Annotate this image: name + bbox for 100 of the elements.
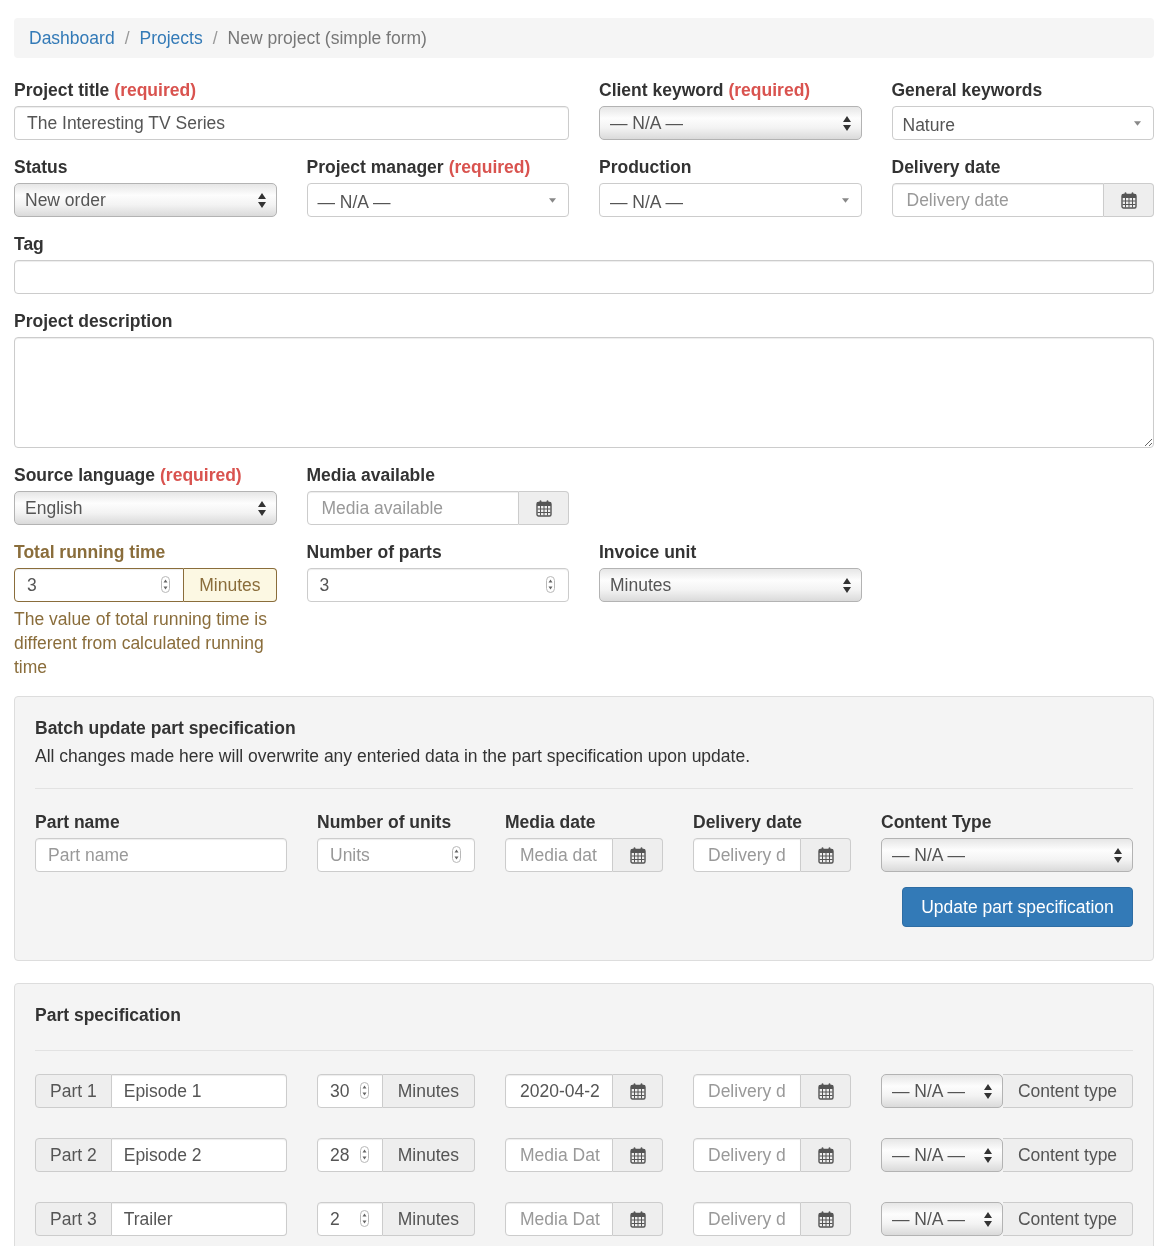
calendar-icon xyxy=(629,1082,646,1100)
text-field[interactable]: Episode 2 xyxy=(111,1138,287,1172)
field-label: Number of parts xyxy=(306,542,442,562)
calendar-button[interactable] xyxy=(801,838,851,872)
updown-arrows-icon xyxy=(1114,847,1122,863)
breadcrumb-separator: / xyxy=(212,26,218,50)
select-dropdown[interactable]: Nature xyxy=(891,106,1154,140)
update-button[interactable]: Update part specification xyxy=(902,887,1133,927)
required-note: (required) xyxy=(114,80,196,100)
field-label: Tag xyxy=(14,234,44,254)
calendar-button[interactable] xyxy=(1104,183,1154,217)
unit-label: Minutes xyxy=(382,1074,475,1108)
spinner-icon[interactable] xyxy=(359,1210,369,1227)
panel-title: Part specification xyxy=(35,1005,182,1025)
updown-arrows-icon xyxy=(257,192,266,208)
calendar-icon xyxy=(629,846,646,864)
required-note: (required) xyxy=(728,80,811,100)
breadcrumb-link[interactable]: Projects xyxy=(139,24,203,52)
calendar-button[interactable] xyxy=(613,1074,663,1108)
select-dropdown[interactable]: — N/A — xyxy=(881,1138,1003,1172)
calendar-button[interactable] xyxy=(613,1202,663,1236)
date-field[interactable]: Delivery d xyxy=(693,1074,801,1108)
calendar-button[interactable] xyxy=(519,491,569,525)
field-label: Delivery date xyxy=(693,812,802,832)
number-field[interactable]: 30 xyxy=(317,1074,383,1108)
calendar-icon xyxy=(817,1082,834,1100)
spinner-icon[interactable] xyxy=(161,576,171,593)
select-dropdown[interactable]: English xyxy=(14,491,277,525)
field-label: Media available xyxy=(306,465,435,485)
updown-arrows-icon xyxy=(257,500,266,516)
field-label: Project description xyxy=(14,311,173,331)
calendar-icon xyxy=(817,1210,834,1228)
date-field[interactable]: Delivery d xyxy=(693,1138,801,1172)
text-field[interactable]: The Interesting TV Series xyxy=(14,106,569,140)
select-dropdown[interactable]: — N/A — xyxy=(881,838,1133,872)
select-dropdown[interactable]: — N/A — xyxy=(881,1074,1003,1108)
field-label: Project title xyxy=(14,80,110,100)
number-field[interactable]: 3 xyxy=(306,568,569,602)
date-field[interactable]: Delivery d xyxy=(693,838,801,872)
field-label: Source language xyxy=(14,465,155,485)
number-field[interactable]: 3 xyxy=(14,568,185,602)
spinner-icon[interactable] xyxy=(452,846,461,863)
number-field[interactable]: 28 xyxy=(317,1138,383,1172)
text-field[interactable] xyxy=(14,260,1154,294)
select-dropdown[interactable]: — N/A — xyxy=(599,183,862,217)
content-type-label: Content type xyxy=(1003,1074,1133,1108)
part-number-label: Part 1 xyxy=(35,1074,112,1108)
unit-label: Minutes xyxy=(382,1138,475,1172)
updown-arrows-icon xyxy=(984,1083,992,1099)
field-label: Part name xyxy=(35,812,120,832)
panel-description: All changes made here will overwrite any enteried data in the part specification upon update. xyxy=(35,746,751,766)
select-dropdown[interactable]: Minutes xyxy=(599,568,862,602)
caret-down-icon xyxy=(1134,120,1141,126)
updown-arrows-icon xyxy=(984,1147,992,1163)
calendar-icon xyxy=(817,846,834,864)
date-field[interactable]: Media dat xyxy=(505,838,613,872)
calendar-button[interactable] xyxy=(613,1138,663,1172)
updown-arrows-icon xyxy=(842,115,851,131)
field-label: Delivery date xyxy=(891,157,1001,177)
unit-label: Minutes xyxy=(184,568,277,602)
text-field[interactable]: Episode 1 xyxy=(111,1074,287,1108)
text-field[interactable]: Trailer xyxy=(111,1202,287,1236)
text-field[interactable]: Part name xyxy=(35,838,287,872)
field-label: Project manager xyxy=(306,157,444,177)
part-number-label: Part 2 xyxy=(35,1138,112,1172)
select-dropdown[interactable]: — N/A — xyxy=(599,106,862,140)
date-field[interactable]: Delivery d xyxy=(693,1202,801,1236)
date-field[interactable]: Media available xyxy=(306,491,519,525)
select-dropdown[interactable]: — N/A — xyxy=(306,183,569,217)
spinner-icon[interactable] xyxy=(546,576,555,593)
number-field[interactable]: Units xyxy=(317,838,475,872)
breadcrumb-link[interactable]: Dashboard xyxy=(29,24,115,52)
date-field[interactable]: Delivery date xyxy=(891,183,1104,217)
field-label: Number of units xyxy=(317,812,452,832)
breadcrumb-current: New project (simple form) xyxy=(227,26,427,50)
spinner-icon[interactable] xyxy=(359,1082,369,1099)
spinner-icon[interactable] xyxy=(359,1146,369,1163)
calendar-icon xyxy=(1120,191,1137,209)
select-dropdown[interactable]: New order xyxy=(14,183,277,217)
field-label: Media date xyxy=(505,812,596,832)
calendar-button[interactable] xyxy=(801,1202,851,1236)
part-number-label: Part 3 xyxy=(35,1202,112,1236)
number-field[interactable]: 2 xyxy=(317,1202,383,1236)
content-type-label: Content type xyxy=(1003,1138,1133,1172)
unit-label: Minutes xyxy=(382,1202,475,1236)
required-note: (required) xyxy=(160,465,242,485)
calendar-icon xyxy=(535,499,552,517)
required-note: (required) xyxy=(448,157,531,177)
calendar-button[interactable] xyxy=(613,838,663,872)
panel-title: Batch update part specification xyxy=(35,718,297,738)
field-label: Client keyword xyxy=(599,80,724,100)
select-dropdown[interactable]: — N/A — xyxy=(881,1202,1003,1236)
calendar-icon xyxy=(629,1146,646,1164)
date-field[interactable]: 2020-04-2 xyxy=(505,1074,613,1108)
field-label: Content Type xyxy=(881,812,992,832)
breadcrumb-separator: / xyxy=(124,26,130,50)
date-field[interactable]: Media Dat xyxy=(505,1138,613,1172)
date-field[interactable]: Media Dat xyxy=(505,1202,613,1236)
calendar-button[interactable] xyxy=(801,1074,851,1108)
calendar-button[interactable] xyxy=(801,1138,851,1172)
